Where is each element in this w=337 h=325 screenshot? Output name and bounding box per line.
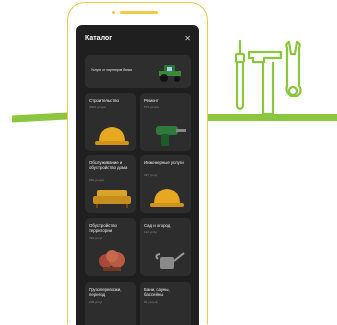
category-card-engineering[interactable]: Инженерные услуги 327 услуг (140, 155, 191, 213)
category-count: 310 услуг (89, 236, 103, 240)
green-stripe-right (206, 114, 337, 121)
shrub-icon (99, 250, 125, 271)
category-count: 208 услуг (89, 300, 103, 304)
watering-can-icon (155, 252, 185, 269)
tools-icon (234, 40, 302, 114)
category-card-landscaping[interactable]: Обустройство территории 310 услуг (85, 218, 136, 276)
close-icon[interactable]: ✕ (184, 34, 191, 43)
tractor-icon (159, 65, 181, 82)
category-title: Строительство (89, 98, 119, 103)
category-card-repair[interactable]: Ремонт 574 услуги (140, 93, 191, 151)
category-title: Сад и огород (144, 223, 171, 228)
category-card-construction[interactable]: Строительство 6003 услуги (85, 93, 136, 151)
category-count: 802 услуги (89, 178, 105, 182)
category-count: 112 услуг (144, 230, 158, 234)
green-stripe-left (12, 112, 67, 123)
hardhat-icon (150, 189, 184, 207)
category-title: Бани, сауны, бассейны (144, 287, 170, 298)
category-count: 81 услуга (144, 300, 158, 304)
page-title: Каталог (85, 35, 113, 42)
category-title: Обслуживание и обустройство дома (89, 160, 128, 171)
phone-frame: Каталог ✕ Услуги от партнеров банка Стро… (67, 2, 208, 325)
category-card-home-maintenance[interactable]: Обслуживание и обустройство дома 802 усл… (85, 155, 136, 213)
category-card-garden[interactable]: Сад и огород 112 услуг (140, 218, 191, 276)
promo-banner[interactable]: Услуги от партнеров банка (85, 55, 191, 88)
category-count: 6003 услуги (89, 105, 107, 109)
app-screen: Каталог ✕ Услуги от партнеров банка Стро… (76, 25, 199, 325)
phone-camera (112, 11, 115, 14)
category-card-moving[interactable]: Грузоперевозки, переезд 208 услуг (85, 282, 136, 325)
catalog-header: Каталог ✕ (85, 34, 191, 47)
sofa-icon (93, 190, 131, 208)
phone-speaker (120, 11, 158, 14)
category-title: Обустройство территории (89, 223, 117, 234)
category-title: Грузоперевозки, переезд (89, 287, 122, 298)
category-count: 327 услуг (144, 173, 158, 177)
drill-icon (156, 126, 186, 146)
promo-text: Услуги от партнеров банка (91, 68, 132, 72)
category-title: Инженерные услуги (144, 160, 184, 165)
hardhat-icon (95, 127, 129, 145)
category-title: Ремонт (144, 98, 159, 103)
category-count: 574 услуги (144, 105, 160, 109)
category-card-saunas[interactable]: Бани, сауны, бассейны 81 услуга (140, 282, 191, 325)
